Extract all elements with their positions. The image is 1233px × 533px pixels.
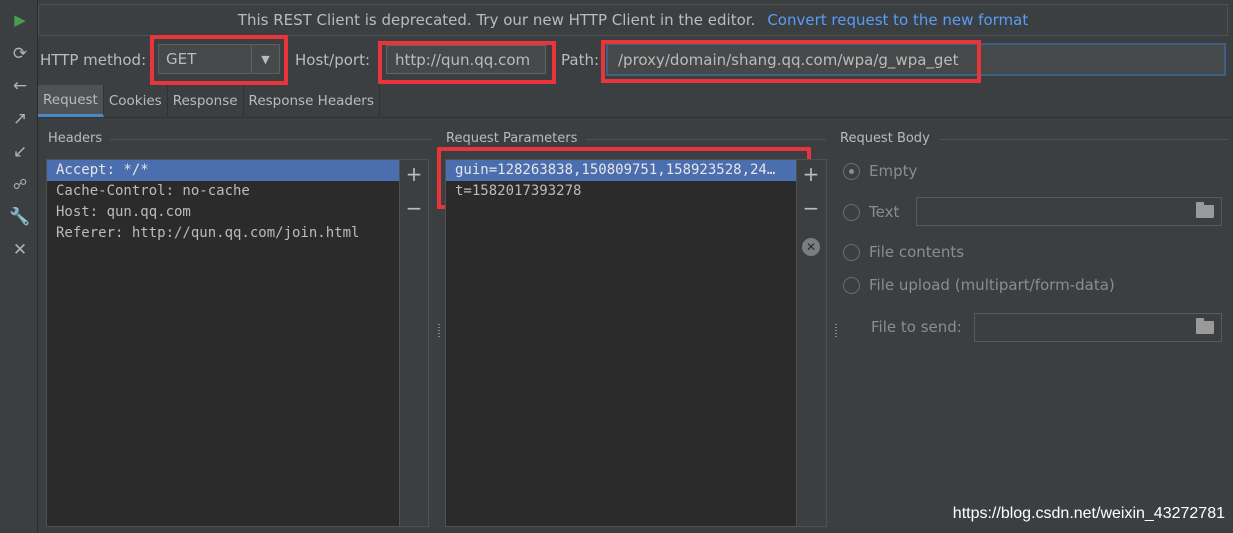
body-option-label: File upload (multipart/form-data) <box>869 276 1115 294</box>
body-option-label: Empty <box>869 162 918 180</box>
chevron-down-icon[interactable]: ▼ <box>251 45 279 73</box>
path-label: Path: <box>561 51 600 69</box>
back-icon[interactable]: ← <box>8 74 32 98</box>
request-tabs: Request Cookies Response Response Header… <box>38 85 380 117</box>
splitter-grip[interactable] <box>437 323 441 339</box>
settings-icon[interactable]: 🔧 <box>8 205 32 229</box>
http-icon[interactable]: ☍ <box>8 173 32 197</box>
remove-header-button[interactable]: − <box>400 196 428 220</box>
radio-icon[interactable] <box>843 276 860 294</box>
path-input[interactable]: /proxy/domain/shang.qq.com/wpa/g_wpa_get <box>606 43 1226 76</box>
radio-icon[interactable] <box>843 243 860 261</box>
radio-icon[interactable] <box>843 203 860 221</box>
convert-request-link[interactable]: Convert request to the new format <box>767 11 1028 29</box>
folder-icon[interactable] <box>1196 318 1214 334</box>
file-to-send-label: File to send: <box>871 318 962 336</box>
body-text-field[interactable] <box>916 197 1222 226</box>
headers-separator <box>110 139 432 140</box>
banner-message: This REST Client is deprecated. Try our … <box>237 11 756 29</box>
tab-request[interactable]: Request <box>38 85 104 117</box>
body-option-file-contents[interactable]: File contents <box>843 243 964 261</box>
params-separator <box>586 139 826 140</box>
deprecation-banner: This REST Client is deprecated. Try our … <box>38 4 1228 36</box>
refresh-icon[interactable]: ⟳ <box>8 42 32 66</box>
headers-list[interactable]: Accept: */* Cache-Control: no-cache Host… <box>46 159 429 527</box>
params-title: Request Parameters <box>446 131 578 146</box>
add-param-button[interactable]: + <box>797 162 825 186</box>
run-icon[interactable]: ▶ <box>8 8 32 32</box>
params-list[interactable]: guin=128263838,150809751,158923528,24… t… <box>445 159 827 527</box>
tab-response[interactable]: Response <box>168 85 244 117</box>
folder-icon[interactable] <box>1196 202 1214 218</box>
header-row[interactable]: Accept: */* <box>47 160 428 181</box>
body-option-label: File contents <box>869 243 965 261</box>
header-row[interactable]: Cache-Control: no-cache <box>47 181 428 202</box>
export-icon[interactable]: ↗ <box>8 107 32 131</box>
watermark: https://blog.csdn.net/weixin_43272781 <box>952 505 1225 522</box>
param-row[interactable]: t=1582017393278 <box>446 181 826 202</box>
body-option-empty[interactable]: Empty <box>843 162 917 180</box>
headers-side-toolbar: + − <box>399 160 428 526</box>
params-side-toolbar: + − ✕ <box>796 160 826 526</box>
left-toolbar: ▶ ⟳ ← ↗ ↙ ☍ 🔧 ✕ <box>0 0 38 533</box>
close-icon[interactable]: ✕ <box>8 238 32 262</box>
tab-response-headers[interactable]: Response Headers <box>244 85 380 117</box>
body-option-file-upload[interactable]: File upload (multipart/form-data) <box>843 276 1115 294</box>
body-option-text[interactable]: Text <box>843 203 899 221</box>
param-row[interactable]: guin=128263838,150809751,158923528,24… <box>446 160 796 181</box>
body-option-label: Text <box>869 203 900 221</box>
tab-cookies[interactable]: Cookies <box>104 85 168 117</box>
import-icon[interactable]: ↙ <box>8 140 32 164</box>
http-method-value: GET <box>166 50 197 68</box>
body-title: Request Body <box>840 131 930 146</box>
http-method-select[interactable]: GET ▼ <box>158 44 280 74</box>
request-line: HTTP method: GET ▼ Host/port: http://qun… <box>38 40 1233 80</box>
host-port-input[interactable]: http://qun.qq.com <box>386 45 546 74</box>
header-row[interactable]: Host: qun.qq.com <box>47 202 428 223</box>
clear-params-icon[interactable]: ✕ <box>802 238 820 256</box>
splitter-grip[interactable] <box>834 323 838 339</box>
radio-icon[interactable] <box>843 162 860 180</box>
headers-title: Headers <box>48 131 103 146</box>
add-header-button[interactable]: + <box>400 162 428 186</box>
host-port-label: Host/port: <box>295 51 371 69</box>
http-method-label: HTTP method: <box>40 51 147 69</box>
tab-divider <box>38 117 1233 118</box>
remove-param-button[interactable]: − <box>797 196 825 220</box>
file-to-send-field[interactable] <box>974 313 1222 342</box>
body-separator <box>940 139 1228 140</box>
header-row[interactable]: Referer: http://qun.qq.com/join.html <box>47 223 428 244</box>
